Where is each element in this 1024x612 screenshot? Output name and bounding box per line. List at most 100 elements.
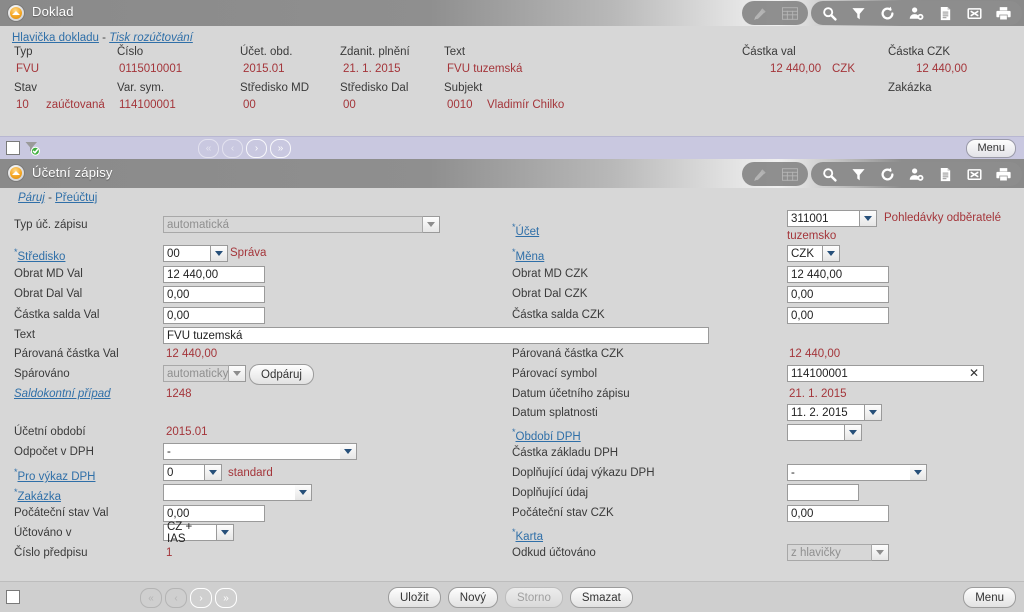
link-tisk-rozuctovani[interactable]: Tisk rozúčtování	[109, 32, 193, 44]
document-icon[interactable]	[931, 2, 960, 24]
input-pocatecni-stav-val[interactable]	[163, 505, 265, 522]
field-mena[interactable]: CZK	[787, 245, 840, 262]
mena-value: CZK	[787, 245, 823, 262]
grid-icon[interactable]	[775, 163, 804, 185]
nav-first-button[interactable]: «	[198, 139, 219, 158]
bottom-menu-button[interactable]: Menu	[963, 587, 1016, 608]
label-obrat-dal-czk: Obrat Dal CZK	[512, 288, 588, 300]
field-uctovano-v[interactable]: CZ + IAS	[163, 521, 234, 545]
odpocet-v-dph-dropdown-arrow[interactable]	[340, 443, 357, 460]
mena-dropdown-arrow[interactable]	[823, 245, 840, 262]
uctovano-v-dropdown-arrow[interactable]	[217, 524, 234, 541]
link-pro-vykaz-dph[interactable]: Pro výkaz DPH	[18, 471, 96, 483]
link-mena[interactable]: Měna	[516, 251, 545, 263]
refresh-icon[interactable]	[873, 163, 902, 185]
link-paruj[interactable]: Páruj	[18, 192, 45, 204]
select-all-checkbox[interactable]	[6, 141, 20, 155]
label-text: Text	[14, 329, 36, 341]
field-zakazka[interactable]	[163, 484, 312, 501]
cancel-button[interactable]: Storno	[504, 587, 563, 608]
entries-window-logo-icon	[8, 165, 24, 181]
input-parovaci-symbol[interactable]	[787, 365, 984, 382]
grid-icon[interactable]	[775, 2, 804, 24]
stredisko-dropdown-arrow[interactable]	[211, 245, 228, 262]
hdr-value-ucet-obd: 2015.01	[243, 63, 285, 75]
field-datum-splatnosti[interactable]: 11. 2. 2015	[787, 404, 882, 421]
link-zakazka[interactable]: Zakázka	[18, 491, 61, 503]
field-ucet[interactable]: 311001	[787, 210, 877, 227]
link-karta[interactable]: Karta	[516, 531, 544, 543]
field-doplnujici-udaj-vykazu-dph[interactable]: -	[787, 464, 927, 481]
input-obrat-dal-czk[interactable]	[787, 286, 889, 303]
link-obdobi-dph[interactable]: Období DPH	[516, 431, 581, 443]
input-castka-salda-czk[interactable]	[787, 307, 889, 324]
search-icon[interactable]	[815, 163, 844, 185]
input-obrat-md-val[interactable]	[163, 266, 265, 283]
bottom-nav-first-button[interactable]: «	[140, 588, 162, 608]
filter-icon[interactable]	[844, 163, 873, 185]
filter-icon[interactable]	[844, 2, 873, 24]
link-preuctuj[interactable]: Přeúčtuj	[55, 192, 97, 204]
user-settings-icon[interactable]	[902, 2, 931, 24]
input-pocatecni-stav-czk[interactable]	[787, 505, 889, 522]
field-stredisko[interactable]: 00	[163, 245, 228, 262]
excel-export-icon[interactable]	[960, 2, 989, 24]
bottom-nav-last-button[interactable]: »	[215, 588, 237, 608]
odkud-uctovano-dropdown-arrow[interactable]	[872, 544, 889, 561]
doplnujici-udaj-vykazu-dph-dropdown-arrow[interactable]	[910, 464, 927, 481]
link-ucet[interactable]: Účet	[516, 226, 540, 238]
clear-icon[interactable]: ✕	[969, 366, 979, 381]
ucetni-zapisy-form: Páruj - Přeúčtuj Typ úč. zápisu automati…	[0, 188, 1024, 561]
excel-export-icon[interactable]	[960, 163, 989, 185]
bottom-select-checkbox[interactable]	[6, 590, 20, 604]
edit-icon[interactable]	[746, 2, 775, 24]
field-parovaci-symbol[interactable]: ✕	[787, 365, 984, 382]
uctovano-v-value: CZ + IAS	[163, 521, 217, 545]
input-obrat-dal-val[interactable]	[163, 286, 265, 303]
label-datum-ucetniho-zapisu: Datum účetního zápisu	[512, 388, 630, 400]
field-odpocet-v-dph[interactable]: -	[163, 443, 357, 460]
document-icon[interactable]	[931, 163, 960, 185]
nav-last-button[interactable]: »	[270, 139, 291, 158]
user-settings-icon[interactable]	[902, 163, 931, 185]
link-hlavicka-dokladu[interactable]: Hlavička dokladu	[12, 32, 99, 44]
hdr-label-subjekt: Subjekt	[444, 82, 483, 94]
new-button[interactable]: Nový	[447, 587, 498, 608]
field-sparovano[interactable]: automaticky	[163, 365, 246, 382]
input-text[interactable]	[163, 327, 709, 344]
label-obrat-md-val: Obrat MD Val	[14, 268, 83, 280]
search-icon[interactable]	[815, 2, 844, 24]
ucet-dropdown-arrow[interactable]	[860, 210, 877, 227]
sparovano-dropdown-arrow[interactable]	[229, 365, 246, 382]
zakazka-dropdown-arrow[interactable]	[295, 484, 312, 501]
print-icon[interactable]	[989, 163, 1018, 185]
field-odkud-uctovano[interactable]: z hlavičky	[787, 544, 889, 561]
edit-icon[interactable]	[746, 163, 775, 185]
input-castka-salda-val[interactable]	[163, 307, 265, 324]
nav-next-button[interactable]: ›	[246, 139, 267, 158]
bottom-nav-next-button[interactable]: ›	[190, 588, 212, 608]
bottom-nav-prev-button[interactable]: ‹	[165, 588, 187, 608]
save-button[interactable]: Uložit	[388, 587, 441, 608]
filter-active-icon[interactable]	[24, 140, 40, 156]
doklad-menu-button[interactable]: Menu	[966, 139, 1016, 158]
odparuj-button[interactable]: Odpáruj	[249, 364, 314, 385]
typ-uc-zapisu-dropdown-arrow[interactable]	[423, 216, 440, 233]
field-obdobi-dph[interactable]	[787, 424, 862, 441]
input-doplnujici-udaj[interactable]	[787, 484, 859, 501]
print-icon[interactable]	[989, 2, 1018, 24]
field-typ-uc-zapisu[interactable]: automatická	[163, 216, 440, 233]
input-obrat-md-czk[interactable]	[787, 266, 889, 283]
nav-prev-button[interactable]: ‹	[222, 139, 243, 158]
hdr-value-stav-text: zaúčtovaná	[46, 99, 105, 111]
label-doplnujici-udaj-vykazu-dph: Doplňující údaj výkazu DPH	[512, 467, 655, 479]
field-pro-vykaz-dph[interactable]: 0	[163, 464, 222, 481]
application-window: Doklad Hlavička dokladu - Tisk rozúčtová…	[0, 0, 1024, 612]
obdobi-dph-dropdown-arrow[interactable]	[845, 424, 862, 441]
pro-vykaz-dph-dropdown-arrow[interactable]	[205, 464, 222, 481]
datum-splatnosti-dropdown-arrow[interactable]	[865, 404, 882, 421]
link-stredisko[interactable]: Středisko	[18, 251, 66, 263]
refresh-icon[interactable]	[873, 2, 902, 24]
link-saldokontni-pripad[interactable]: Saldokontní případ	[14, 388, 111, 400]
delete-button[interactable]: Smazat	[569, 587, 633, 608]
